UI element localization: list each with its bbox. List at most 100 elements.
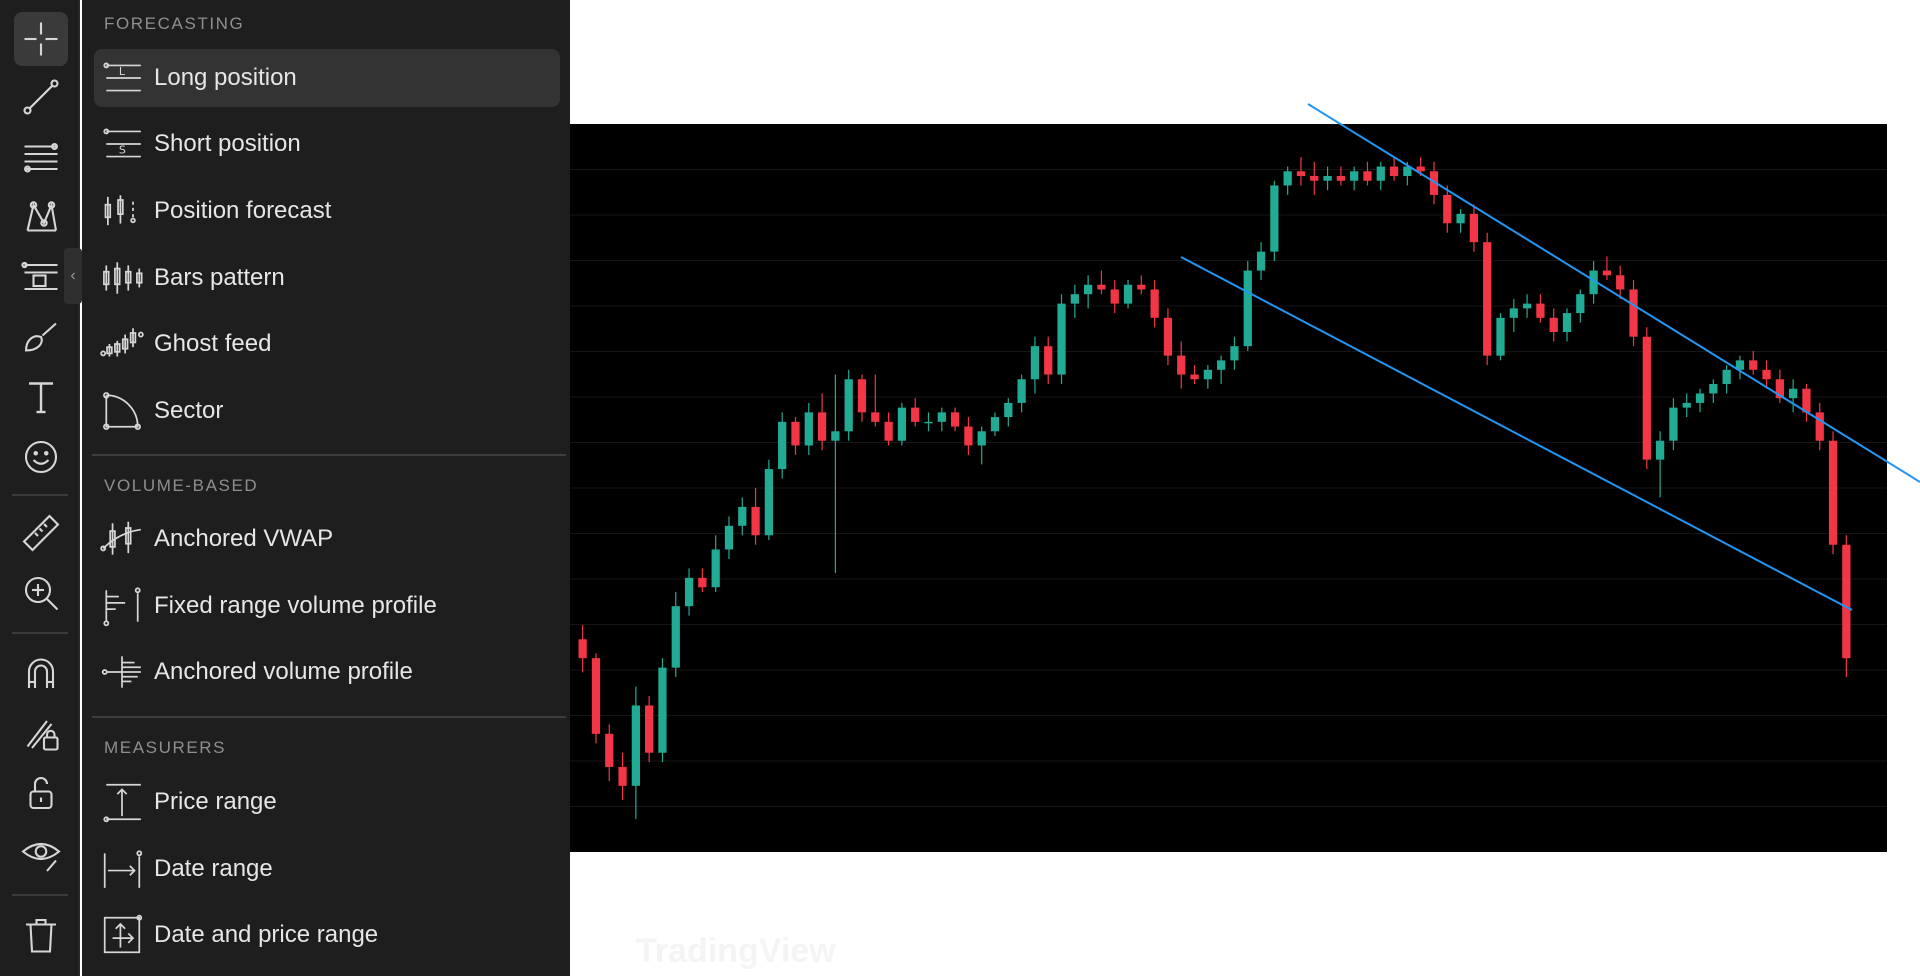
- candle-up: [1350, 171, 1359, 181]
- lock-drawing-button[interactable]: [14, 706, 68, 760]
- candle-down: [1602, 270, 1612, 276]
- candle-up: [1070, 294, 1079, 304]
- candle-down: [1642, 336, 1651, 460]
- candle-up: [977, 431, 986, 446]
- menu-item-label: Bars pattern: [154, 264, 285, 291]
- menu-item-fixed-range-volume-profile[interactable]: Fixed range volume profile: [94, 577, 560, 635]
- unlock-button[interactable]: [14, 766, 68, 820]
- forecasting-button[interactable]: [14, 250, 68, 304]
- menu-item-date-and-price-range[interactable]: Date and price range: [94, 906, 560, 964]
- menu-item-label: Position forecast: [154, 197, 332, 224]
- candle-up: [684, 577, 694, 607]
- candle-down: [1163, 317, 1173, 356]
- candle-down: [1815, 412, 1824, 441]
- candle-down: [1044, 346, 1053, 375]
- menu-item-date-range[interactable]: Date range: [94, 840, 560, 898]
- date-and-price-range-icon: [103, 914, 143, 954]
- candle-up: [711, 549, 720, 588]
- crosshair-button[interactable]: [14, 12, 68, 66]
- candle-up: [1017, 379, 1026, 403]
- svg-text:S: S: [119, 143, 126, 156]
- candle-down: [964, 426, 973, 446]
- candle-up: [1243, 270, 1252, 347]
- candle-up: [1057, 303, 1066, 375]
- candle-down: [1429, 171, 1439, 195]
- magnet-button[interactable]: [14, 646, 68, 700]
- fib-retracement-button[interactable]: [14, 130, 68, 184]
- candle-up: [658, 667, 667, 753]
- menu-item-label: Anchored VWAP: [154, 525, 334, 552]
- candle-down: [1443, 194, 1452, 224]
- patterns-button[interactable]: [14, 190, 68, 244]
- candle-down: [1775, 379, 1784, 399]
- ruler-button[interactable]: [14, 506, 68, 560]
- menu-item-sector[interactable]: Sector: [94, 382, 560, 440]
- emoji-button[interactable]: [14, 430, 68, 484]
- ghost-feed-icon: [100, 328, 144, 357]
- candle-up: [724, 525, 734, 550]
- candlestick-chart[interactable]: [570, 124, 1887, 852]
- bars-pattern-icon: [103, 262, 143, 294]
- brush-button[interactable]: [14, 310, 68, 364]
- candle-down: [857, 379, 867, 413]
- candle-down: [1828, 440, 1838, 545]
- text-icon: [29, 382, 53, 414]
- unlock-icon: [29, 776, 53, 810]
- zoom-in-button[interactable]: [14, 566, 68, 620]
- eye-button[interactable]: [14, 826, 68, 880]
- candle-up: [1709, 384, 1718, 394]
- fixed-range-volume-profile-icon: [103, 587, 141, 627]
- lock-drawing-icon: [26, 720, 59, 751]
- candle-down: [1110, 289, 1119, 304]
- candle-down: [605, 733, 614, 767]
- menu-divider: [92, 716, 566, 718]
- eye-icon: [21, 842, 61, 872]
- fib-retracement-icon: [24, 143, 58, 173]
- candle-down: [1416, 166, 1425, 172]
- candle-up: [1030, 346, 1040, 380]
- menu-item-ghost-feed[interactable]: Ghost feed: [94, 315, 560, 373]
- candle-up: [1496, 317, 1505, 356]
- candle-down: [1762, 369, 1771, 380]
- trash-button[interactable]: [14, 908, 68, 962]
- candle-up: [1230, 346, 1239, 361]
- drawing-tools-menu: FORECASTING L Long position S Short posi…: [82, 0, 570, 976]
- candle-up: [1789, 388, 1798, 399]
- candle-down: [791, 421, 800, 446]
- menu-item-bars-pattern[interactable]: Bars pattern: [94, 249, 560, 307]
- candle-up: [990, 417, 1000, 432]
- candle-down: [1310, 176, 1319, 181]
- menu-item-price-range[interactable]: Price range: [94, 773, 560, 831]
- candle-up: [1283, 171, 1292, 186]
- candle-up: [1217, 360, 1226, 370]
- svg-text:L: L: [119, 65, 126, 78]
- candle-up: [671, 606, 680, 668]
- candle-down: [1097, 284, 1106, 290]
- candle-up: [1522, 303, 1532, 309]
- menu-item-anchored-volume-profile[interactable]: Anchored volume profile: [94, 643, 560, 701]
- section-title-measurers: MEASURERS: [104, 738, 227, 757]
- menu-item-anchored-vwap[interactable]: Anchored VWAP: [94, 510, 560, 568]
- candle-up: [1270, 185, 1279, 252]
- candle-down: [1190, 374, 1199, 380]
- menu-item-label: Date and price range: [154, 921, 379, 948]
- long-position-icon: L: [103, 62, 141, 92]
- price-chart[interactable]: [570, 124, 1887, 852]
- menu-item-long-position[interactable]: L Long position: [94, 49, 560, 107]
- candle-down: [1616, 275, 1625, 290]
- candle-up: [778, 421, 787, 470]
- menu-item-position-forecast[interactable]: Position forecast: [94, 182, 560, 240]
- menu-item-short-position[interactable]: S Short position: [94, 115, 560, 173]
- candle-down: [871, 412, 880, 422]
- candle-up: [1123, 284, 1133, 304]
- menu-item-label: Date range: [154, 855, 273, 882]
- date-range-icon: [103, 850, 143, 888]
- candle-down: [950, 412, 960, 427]
- ruler-icon: [22, 514, 60, 552]
- collapse-panel-button[interactable]: ‹: [64, 248, 82, 304]
- candle-down: [645, 705, 654, 753]
- text-button[interactable]: [14, 370, 68, 424]
- anchored-vwap-icon: [100, 521, 141, 555]
- forecasting-icon: [21, 261, 58, 291]
- trend-line-button[interactable]: [14, 70, 68, 124]
